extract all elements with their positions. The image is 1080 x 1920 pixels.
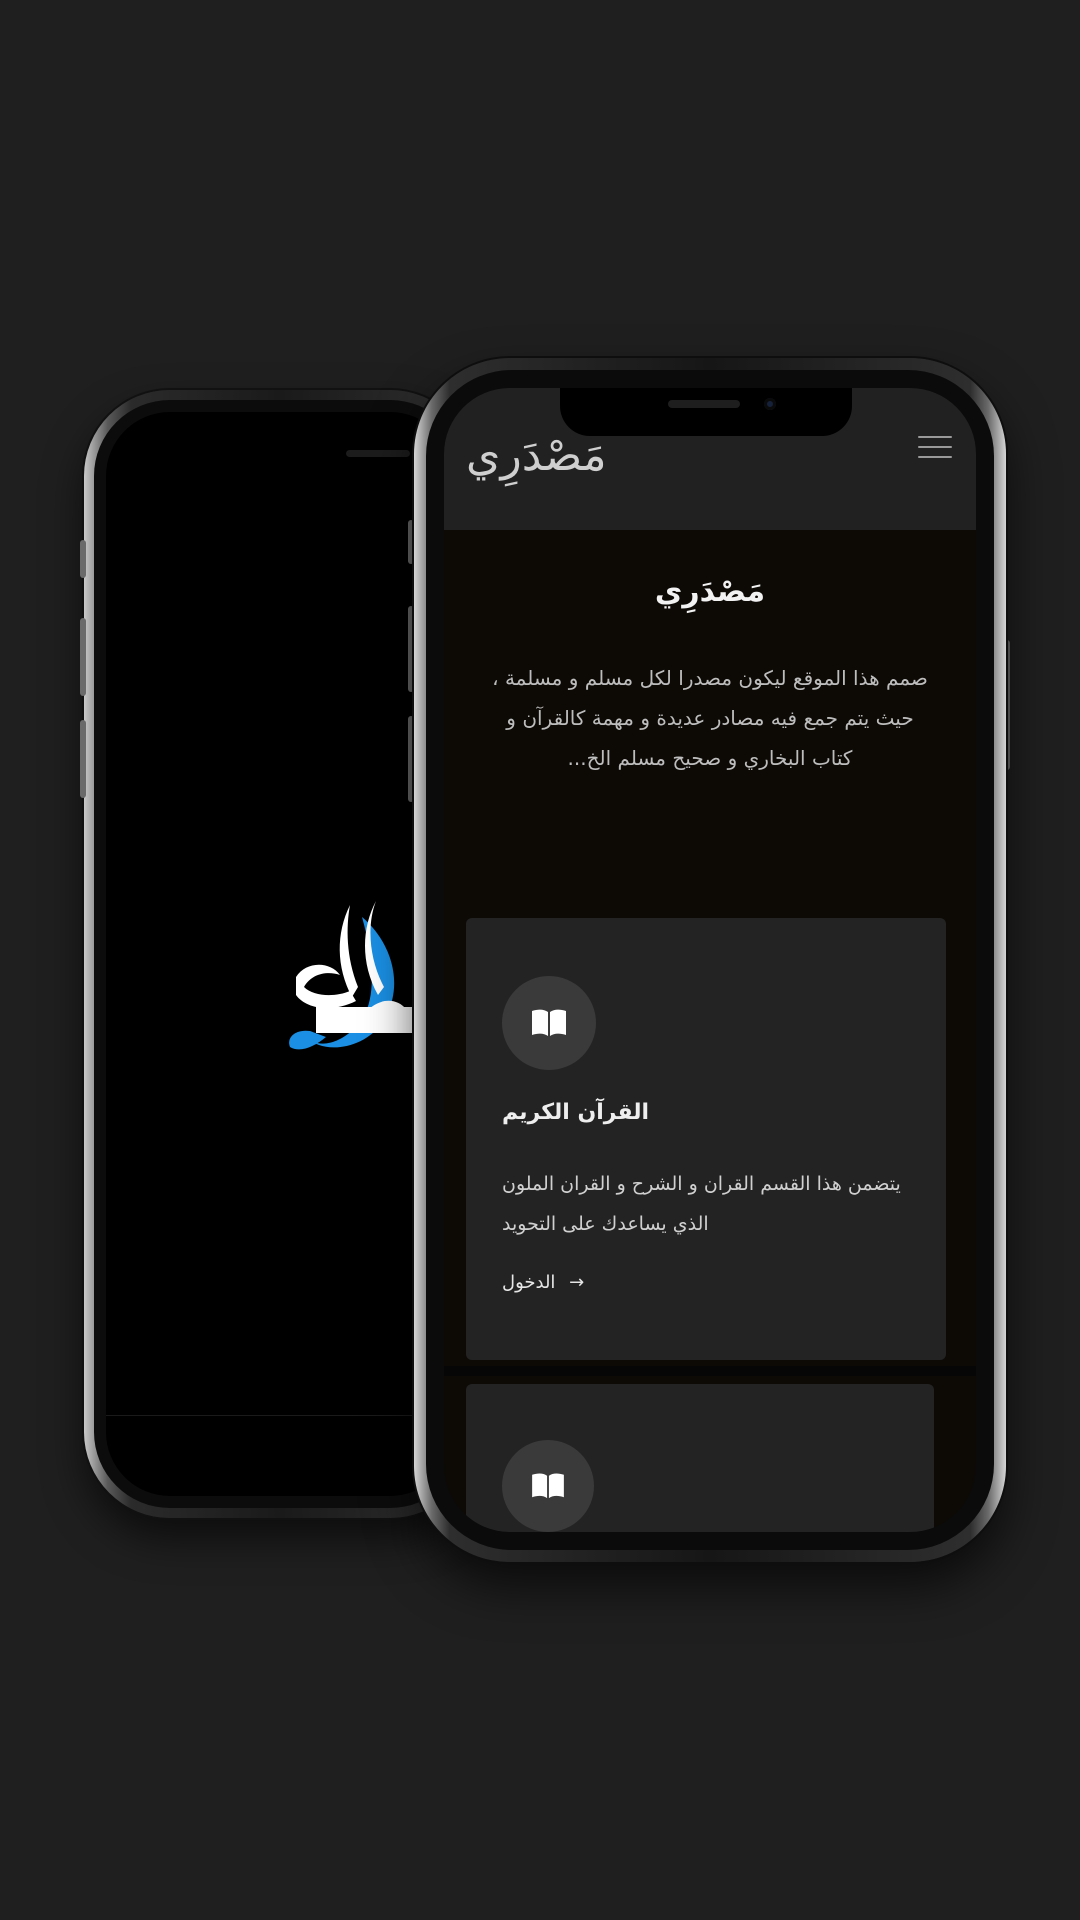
enter-link[interactable]: الدخول →: [502, 1272, 584, 1293]
enter-link-label: الدخول: [502, 1272, 556, 1293]
section-divider: [444, 1366, 976, 1376]
quran-card[interactable]: القرآن الكريم يتضمن هذا القسم القران و ا…: [466, 918, 946, 1360]
phone-notch: [560, 388, 852, 436]
front-phone-frame: مَصْدَرِي مَصْدَرِي صمم هذا الموقع ليكون…: [414, 358, 1006, 1562]
back-phone-volume-up: [80, 618, 86, 696]
back-phone-mute-switch: [80, 540, 86, 578]
back-phone-volume-down: [80, 720, 86, 798]
second-card[interactable]: [466, 1384, 934, 1532]
card-title: القرآن الكريم: [502, 1100, 650, 1125]
back-phone-divider: [106, 1415, 454, 1416]
hero-section: مَصْدَرِي صمم هذا الموقع ليكون مصدرا لكل…: [444, 530, 976, 870]
hero-title: مَصْدَرِي: [654, 574, 766, 609]
card-description: يتضمن هذا القسم القران و الشرح و القران …: [502, 1173, 901, 1235]
book-icon: [502, 976, 596, 1070]
arrow-right-icon: →: [569, 1272, 585, 1293]
front-camera: [764, 398, 776, 410]
site-logo-text[interactable]: مَصْدَرِي: [466, 430, 607, 481]
earpiece-speaker: [668, 400, 740, 408]
hero-description: صمم هذا الموقع ليكون مصدرا لكل مسلم و مس…: [492, 666, 928, 770]
back-phone-screen: [106, 412, 454, 1496]
back-phone-speaker: [346, 450, 410, 457]
book-icon: [502, 1440, 594, 1532]
front-phone-screen: مَصْدَرِي مَصْدَرِي صمم هذا الموقع ليكون…: [444, 388, 976, 1532]
hamburger-menu-icon[interactable]: [918, 436, 952, 462]
